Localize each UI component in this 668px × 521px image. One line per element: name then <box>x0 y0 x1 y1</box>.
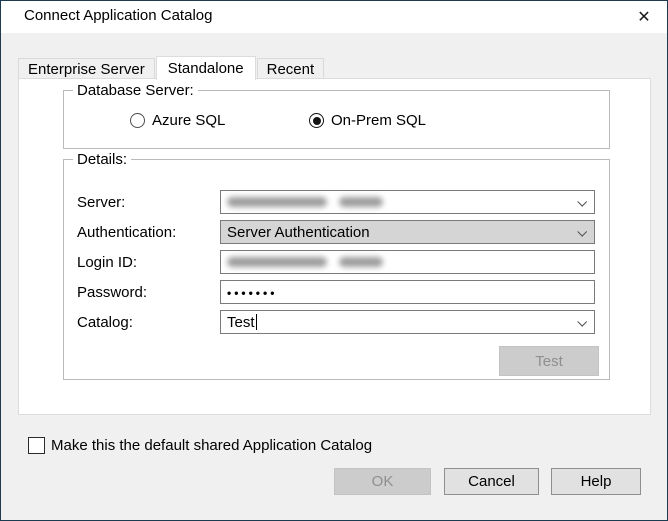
cancel-button-label: Cancel <box>468 473 515 490</box>
tab-label: Enterprise Server <box>28 61 145 78</box>
details-group-label: Details: <box>73 151 131 168</box>
chevron-down-icon[interactable] <box>577 197 587 207</box>
tab-strip: Enterprise Server Standalone Recent <box>18 55 325 79</box>
catalog-row: Catalog: Test <box>77 310 595 334</box>
redacted-server-value <box>227 197 327 207</box>
catalog-combobox[interactable]: Test <box>220 310 595 334</box>
login-id-row: Login ID: <box>77 250 595 274</box>
checkbox-unchecked-icon[interactable] <box>28 437 45 454</box>
password-label: Password: <box>77 284 220 301</box>
details-group: Details: Server: Authentication: Server … <box>63 159 610 380</box>
tab-standalone[interactable]: Standalone <box>156 56 256 80</box>
login-id-input[interactable] <box>220 250 595 274</box>
cancel-button[interactable]: Cancel <box>444 468 539 495</box>
tab-recent[interactable]: Recent <box>257 58 325 79</box>
tab-label: Standalone <box>168 60 244 77</box>
chevron-down-icon[interactable] <box>577 227 587 237</box>
server-combobox[interactable] <box>220 190 595 214</box>
close-button[interactable]: ✕ <box>621 1 667 33</box>
authentication-dropdown[interactable]: Server Authentication <box>220 220 595 244</box>
radio-label: On-Prem SQL <box>331 112 426 129</box>
authentication-row: Authentication: Server Authentication <box>77 220 595 244</box>
redacted-server-value <box>339 197 383 207</box>
database-server-group: Database Server: Azure SQL On-Prem SQL <box>63 90 610 149</box>
login-id-label: Login ID: <box>77 254 220 271</box>
catalog-label: Catalog: <box>77 314 220 331</box>
title-bar: Connect Application Catalog ✕ <box>1 1 667 33</box>
test-button-label: Test <box>535 353 563 370</box>
radio-azure-sql[interactable]: Azure SQL <box>130 112 225 129</box>
default-catalog-checkbox-label: Make this the default shared Application… <box>51 437 372 454</box>
authentication-value: Server Authentication <box>227 224 370 241</box>
text-cursor <box>256 314 257 330</box>
tab-enterprise-server[interactable]: Enterprise Server <box>18 58 155 79</box>
chevron-down-icon[interactable] <box>577 317 587 327</box>
password-input[interactable]: ••••••• <box>220 280 595 304</box>
server-label: Server: <box>77 194 220 211</box>
connect-application-catalog-dialog: Connect Application Catalog ✕ Enterprise… <box>0 0 668 521</box>
test-button[interactable]: Test <box>499 346 599 376</box>
password-masked-value: ••••••• <box>227 284 277 300</box>
tab-label: Recent <box>267 61 315 78</box>
close-icon: ✕ <box>637 7 650 27</box>
authentication-label: Authentication: <box>77 224 220 241</box>
radio-icon <box>130 113 145 128</box>
radio-selected-icon <box>309 113 324 128</box>
radio-on-prem-sql[interactable]: On-Prem SQL <box>309 112 426 129</box>
database-server-group-label: Database Server: <box>73 82 198 99</box>
radio-label: Azure SQL <box>152 112 225 129</box>
server-row: Server: <box>77 190 595 214</box>
standalone-tab-page: Database Server: Azure SQL On-Prem SQL D… <box>18 78 651 415</box>
password-row: Password: ••••••• <box>77 280 595 304</box>
help-button-label: Help <box>581 473 612 490</box>
ok-button-label: OK <box>372 473 394 490</box>
redacted-login-id-value <box>339 257 383 267</box>
dialog-title: Connect Application Catalog <box>24 7 212 24</box>
catalog-value: Test <box>227 314 255 331</box>
redacted-login-id-value <box>227 257 327 267</box>
ok-button[interactable]: OK <box>334 468 431 495</box>
default-catalog-checkbox-row[interactable]: Make this the default shared Application… <box>28 437 372 454</box>
help-button[interactable]: Help <box>551 468 641 495</box>
